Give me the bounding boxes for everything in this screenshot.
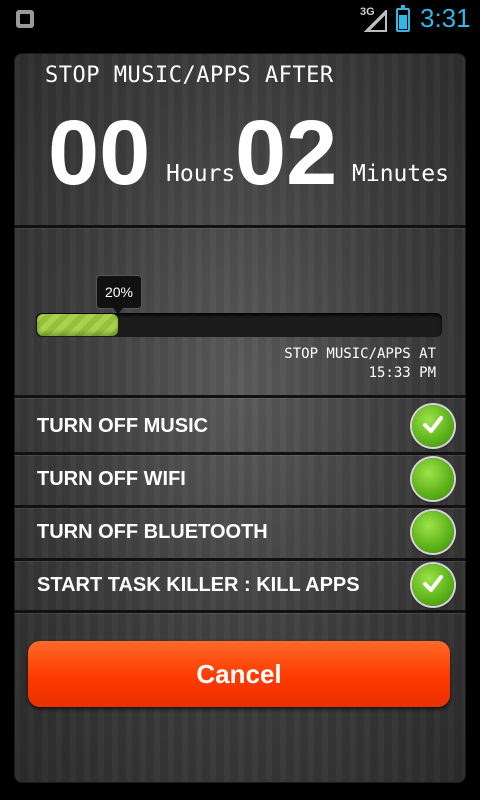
- progress-fill: [37, 314, 118, 336]
- cancel-button[interactable]: Cancel: [28, 641, 450, 707]
- divider: [14, 395, 466, 398]
- option-label-turn-off-wifi: TURN OFF WIFI: [37, 468, 186, 490]
- progress-bar[interactable]: [36, 313, 442, 337]
- turn-off-bluetooth-toggle[interactable]: [412, 511, 454, 553]
- checkmark-icon: [423, 575, 443, 592]
- task-killer-toggle[interactable]: [412, 564, 454, 606]
- checkmark-icon: [423, 416, 443, 433]
- progress-tooltip: 20%: [96, 275, 142, 309]
- divider: [14, 452, 466, 455]
- battery-icon: [396, 5, 410, 32]
- battery-level: [399, 15, 407, 29]
- minutes-unit-label: Minutes: [352, 161, 449, 187]
- minutes-value[interactable]: 02: [235, 103, 337, 203]
- option-label-turn-off-bluetooth: TURN OFF BLUETOOTH: [37, 521, 268, 543]
- stop-at-info: STOP MUSIC/APPS AT 15:33 PM: [284, 345, 436, 383]
- sleep-timer-panel: STOP MUSIC/APPS AFTER 00 Hours 02 Minute…: [14, 53, 466, 783]
- notification-icon[interactable]: [16, 10, 34, 28]
- status-bar: 3G 3:31: [0, 0, 480, 38]
- stop-at-time: 15:33 PM: [368, 365, 436, 381]
- hours-value[interactable]: 00: [48, 103, 150, 203]
- divider: [14, 505, 466, 508]
- option-label-task-killer: START TASK KILLER : KILL APPS: [37, 574, 360, 596]
- hours-unit-label: Hours: [166, 161, 236, 187]
- stop-at-label: STOP MUSIC/APPS AT: [284, 346, 436, 362]
- option-label-turn-off-music: TURN OFF MUSIC: [37, 415, 209, 437]
- signal-icon: [364, 10, 387, 32]
- status-clock: 3:31: [420, 3, 471, 33]
- divider: [14, 225, 466, 228]
- turn-off-music-toggle[interactable]: [412, 405, 454, 447]
- divider: [14, 558, 466, 561]
- timer-title: STOP MUSIC/APPS AFTER: [45, 63, 334, 88]
- turn-off-wifi-toggle[interactable]: [412, 458, 454, 500]
- divider: [14, 610, 466, 613]
